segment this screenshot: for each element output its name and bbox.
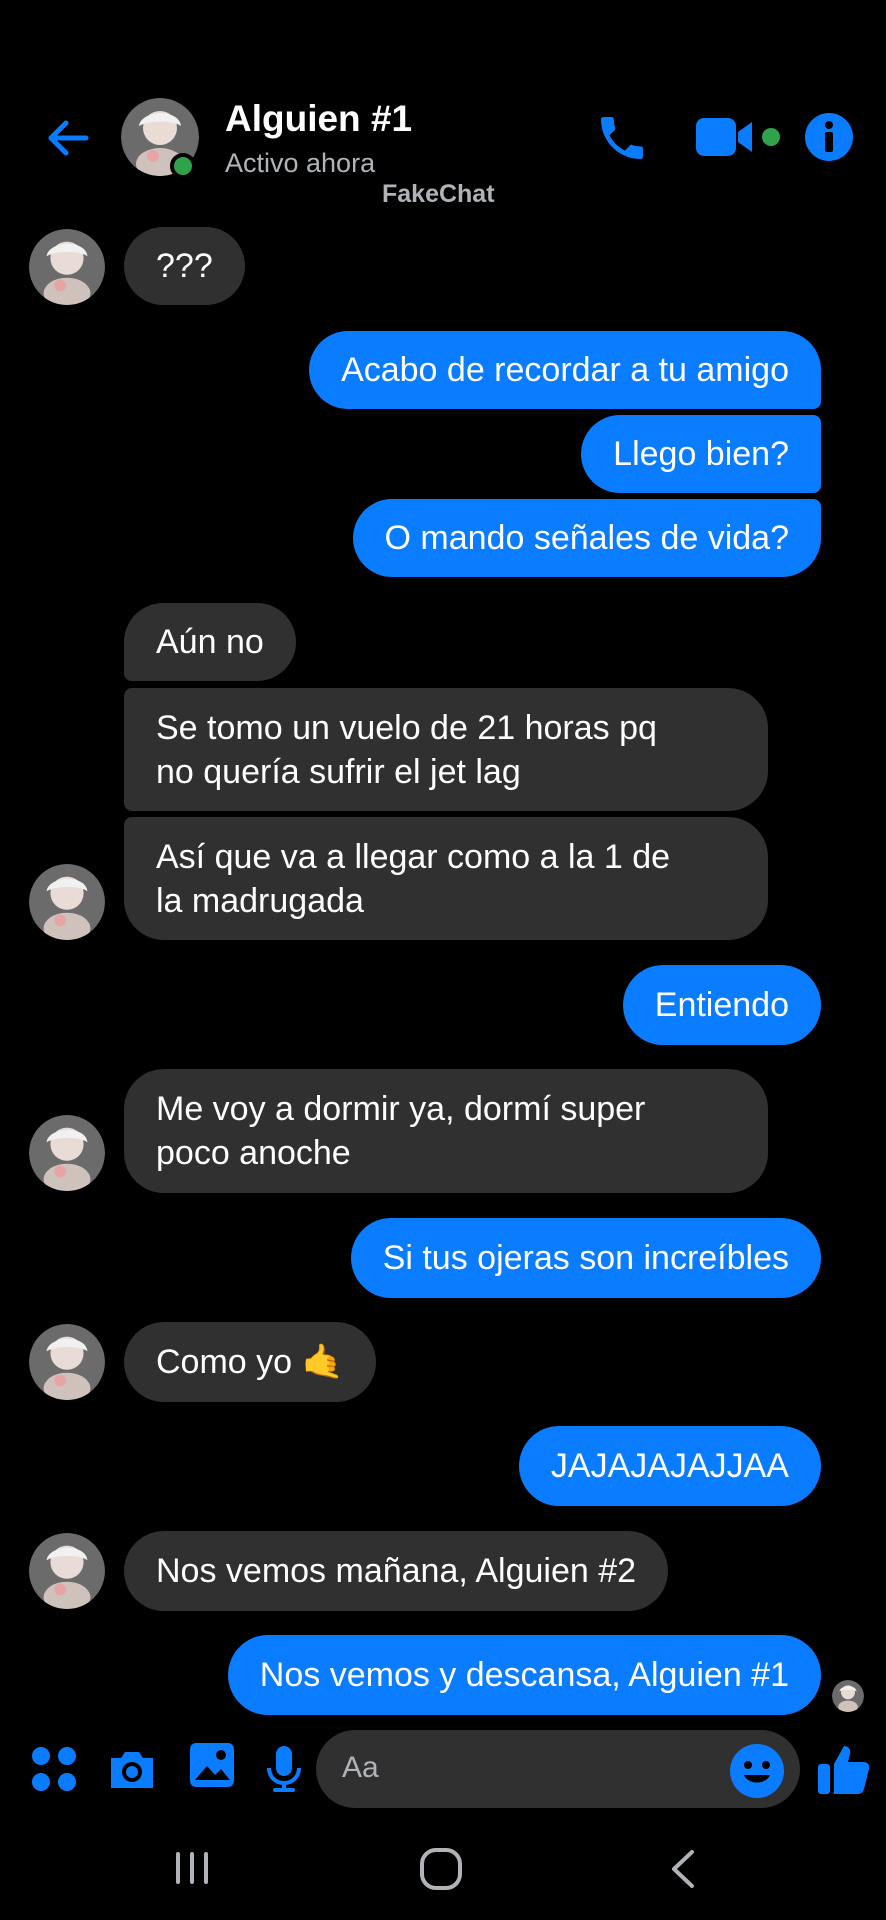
- contact-avatar[interactable]: [29, 1324, 105, 1400]
- camera-icon[interactable]: [107, 1744, 157, 1794]
- thumbs-up-icon[interactable]: [815, 1740, 873, 1798]
- watermark: FakeChat: [382, 180, 495, 208]
- message-bubble-incoming[interactable]: Nos vemos mañana, Alguien #2: [124, 1531, 669, 1611]
- message-bubble-outgoing[interactable]: Si tus ojeras son increíbles: [350, 1218, 821, 1298]
- apps-icon[interactable]: [29, 1744, 79, 1794]
- microphone-icon[interactable]: [259, 1744, 309, 1794]
- home-icon[interactable]: [418, 1846, 464, 1892]
- emoji-icon[interactable]: [729, 1743, 785, 1799]
- message-input-placeholder: Aa: [342, 1751, 379, 1784]
- message-bubble-outgoing[interactable]: JAJAJAJAJJAA: [518, 1426, 821, 1506]
- message-bubble-incoming[interactable]: Aún no: [124, 603, 296, 681]
- recent-apps-icon[interactable]: [172, 1850, 212, 1886]
- contact-avatar[interactable]: [29, 1533, 105, 1609]
- message-bubble-outgoing[interactable]: Llego bien?: [581, 415, 821, 493]
- seen-avatar: [832, 1680, 864, 1712]
- info-icon[interactable]: [804, 112, 854, 162]
- message-bubble-incoming[interactable]: Así que va a llegar como a la 1 de la ma…: [124, 817, 768, 940]
- contact-avatar[interactable]: [29, 864, 105, 940]
- back-arrow-icon[interactable]: [40, 110, 96, 166]
- message-bubble-outgoing[interactable]: O mando señales de vida?: [352, 499, 821, 577]
- contact-avatar[interactable]: [29, 229, 105, 305]
- video-camera-icon[interactable]: [696, 116, 758, 158]
- back-icon[interactable]: [668, 1848, 698, 1890]
- gallery-icon[interactable]: [187, 1740, 237, 1790]
- message-input[interactable]: [316, 1730, 800, 1808]
- message-bubble-outgoing[interactable]: Nos vemos y descansa, Alguien #1: [227, 1635, 821, 1715]
- message-bubble-outgoing[interactable]: Acabo de recordar a tu amigo: [309, 331, 821, 409]
- video-active-dot: [762, 128, 780, 146]
- contact-status: Activo ahora: [225, 148, 376, 178]
- online-status-dot: [170, 153, 196, 179]
- contact-name[interactable]: Alguien #1: [225, 98, 412, 140]
- phone-icon[interactable]: [594, 110, 650, 166]
- contact-avatar[interactable]: [29, 1115, 105, 1191]
- message-bubble-incoming[interactable]: Me voy a dormir ya, dormí super poco ano…: [124, 1069, 768, 1193]
- message-bubble-outgoing[interactable]: Entiendo: [622, 965, 821, 1045]
- message-bubble-incoming[interactable]: Como yo 🤙: [124, 1322, 376, 1402]
- message-bubble-incoming[interactable]: ???: [124, 227, 245, 305]
- message-bubble-incoming[interactable]: Se tomo un vuelo de 21 horas pq no querí…: [124, 688, 768, 811]
